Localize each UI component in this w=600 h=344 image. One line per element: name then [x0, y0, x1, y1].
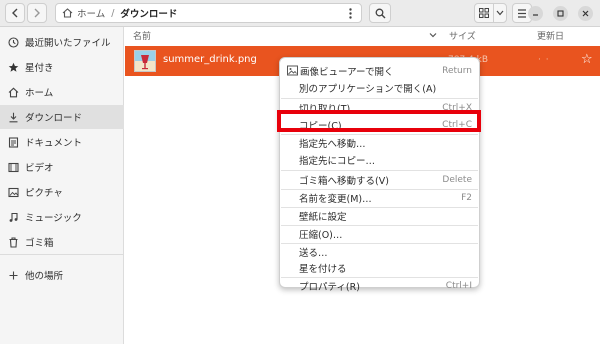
vertical-dots-icon	[348, 7, 352, 19]
sidebar-item-label: 他の場所	[25, 271, 64, 282]
menu-item-accel: Delete	[442, 174, 472, 185]
context-menu: 画像ビューアーで開く Return 別のアプリケーションで開く(A) 切り取り(…	[279, 57, 480, 293]
menu-item-label: 名前を変更(M)…	[299, 193, 372, 205]
home-icon	[62, 8, 73, 18]
menu-item-set-wallpaper[interactable]: 壁紙に設定	[281, 207, 478, 224]
menu-item-label: 指定先へ移動…	[299, 138, 366, 150]
column-header-size[interactable]: サイズ	[449, 27, 476, 43]
menu-item-move-to-trash[interactable]: ゴミ箱へ移動する(V) Delete	[281, 171, 478, 188]
sidebar-item-recent[interactable]: 最近開いたファイル	[0, 30, 124, 54]
menu-item-label: 別のアプリケーションで開く(A)	[299, 83, 437, 95]
menu-item-label: 壁紙に設定	[299, 211, 347, 223]
column-header-name[interactable]: 名前	[133, 27, 151, 43]
document-icon	[7, 136, 19, 148]
sidebar-item-label: 星付き	[25, 63, 54, 74]
star-toggle-icon[interactable]: ☆	[581, 52, 593, 67]
maximize-icon	[557, 10, 564, 17]
header-bar: ホーム / ダウンロード	[0, 0, 600, 27]
sidebar-item-videos[interactable]: ビデオ	[0, 155, 124, 179]
forward-button[interactable]	[27, 3, 47, 23]
menu-item-star[interactable]: 星を付ける	[281, 259, 478, 276]
sidebar-item-label: ミュージック	[25, 213, 82, 224]
menu-item-label: プロパティ(R)	[299, 281, 360, 293]
download-icon	[7, 111, 19, 123]
sidebar-item-trash[interactable]: ゴミ箱	[0, 230, 124, 254]
menu-item-compress[interactable]: 圧縮(O)…	[281, 225, 478, 242]
image-viewer-icon	[287, 65, 298, 76]
view-grid-button[interactable]	[474, 3, 494, 23]
sidebar-item-label: ダウンロード	[25, 113, 83, 124]
sidebar-item-music[interactable]: ミュージック	[0, 205, 124, 229]
hamburger-icon	[518, 8, 526, 18]
chevron-right-icon	[34, 8, 40, 18]
column-header-modified[interactable]: 更新日	[537, 27, 564, 43]
sidebar-item-starred[interactable]: 星付き	[0, 55, 124, 79]
minimize-icon	[533, 14, 538, 16]
music-icon	[7, 211, 19, 223]
menu-item-label: 指定先にコピー…	[299, 155, 376, 167]
path-separator: /	[111, 7, 115, 19]
trash-icon	[7, 236, 19, 248]
menu-item-label: 画像ビューアーで開く	[300, 66, 394, 78]
clock-icon	[7, 36, 19, 48]
picture-icon	[7, 186, 19, 198]
sidebar-divider	[0, 254, 124, 255]
video-icon	[7, 161, 19, 173]
menu-item-accel: Return	[442, 65, 472, 76]
sidebar-item-label: ドキュメント	[25, 138, 83, 149]
menu-item-rename[interactable]: 名前を変更(M)… F2	[281, 189, 478, 206]
menu-item-label: ゴミ箱へ移動する(V)	[299, 175, 389, 187]
view-options-button[interactable]	[493, 3, 507, 23]
path-menu-button[interactable]	[343, 5, 357, 21]
sidebar-item-other-locations[interactable]: 他の場所	[0, 263, 124, 287]
grid-icon	[479, 8, 489, 18]
highlight-box	[277, 110, 481, 132]
menu-item-label: 送る…	[299, 247, 328, 259]
sidebar: 最近開いたファイル 星付き ホーム ダウンロード ドキュメント ビデオ ピクチャ…	[0, 27, 124, 344]
search-icon	[375, 8, 385, 18]
plus-icon	[7, 269, 19, 281]
menu-item-label: 星を付ける	[299, 263, 347, 275]
back-button[interactable]	[5, 3, 25, 23]
menu-item-accel: Ctrl+I	[445, 280, 472, 291]
sidebar-item-home[interactable]: ホーム	[0, 80, 124, 104]
chevron-left-icon	[12, 8, 18, 18]
sidebar-item-downloads[interactable]: ダウンロード	[0, 105, 124, 129]
menu-item-properties[interactable]: プロパティ(R) Ctrl+I	[281, 277, 478, 294]
home-icon	[7, 86, 19, 98]
minimize-button[interactable]	[528, 6, 543, 21]
menu-item-open-image-viewer[interactable]: 画像ビューアーで開く Return	[281, 62, 478, 79]
close-icon	[582, 10, 589, 17]
menu-item-move-to[interactable]: 指定先へ移動…	[281, 134, 478, 151]
file-name: summer_drink.png	[163, 54, 257, 65]
sidebar-item-label: ゴミ箱	[25, 238, 54, 249]
sidebar-item-label: ピクチャ	[25, 188, 63, 199]
sidebar-item-label: ホーム	[25, 88, 54, 99]
close-button[interactable]	[578, 6, 593, 21]
file-thumbnail	[134, 50, 156, 72]
star-icon	[7, 61, 19, 73]
menu-item-label: 圧縮(O)…	[299, 229, 343, 241]
menu-item-copy-to[interactable]: 指定先にコピー…	[281, 151, 478, 168]
file-date: · ·	[538, 55, 550, 65]
sidebar-item-documents[interactable]: ドキュメント	[0, 130, 124, 154]
search-button[interactable]	[369, 3, 391, 23]
sidebar-item-label: 最近開いたファイル	[25, 38, 111, 49]
menu-item-open-with[interactable]: 別のアプリケーションで開く(A)	[281, 79, 478, 96]
path-current-folder[interactable]: ダウンロード	[120, 6, 177, 20]
menu-item-send-to[interactable]: 送る…	[281, 243, 478, 260]
sort-arrow-icon[interactable]	[427, 29, 439, 41]
sidebar-item-pictures[interactable]: ピクチャ	[0, 180, 124, 204]
sidebar-item-label: ビデオ	[25, 163, 54, 174]
chevron-down-icon	[496, 10, 504, 16]
path-home[interactable]: ホーム	[77, 6, 105, 20]
maximize-button[interactable]	[553, 6, 568, 21]
image-file-icon	[135, 51, 155, 71]
menu-item-accel: F2	[461, 192, 472, 203]
path-bar[interactable]: ホーム / ダウンロード	[55, 3, 362, 23]
